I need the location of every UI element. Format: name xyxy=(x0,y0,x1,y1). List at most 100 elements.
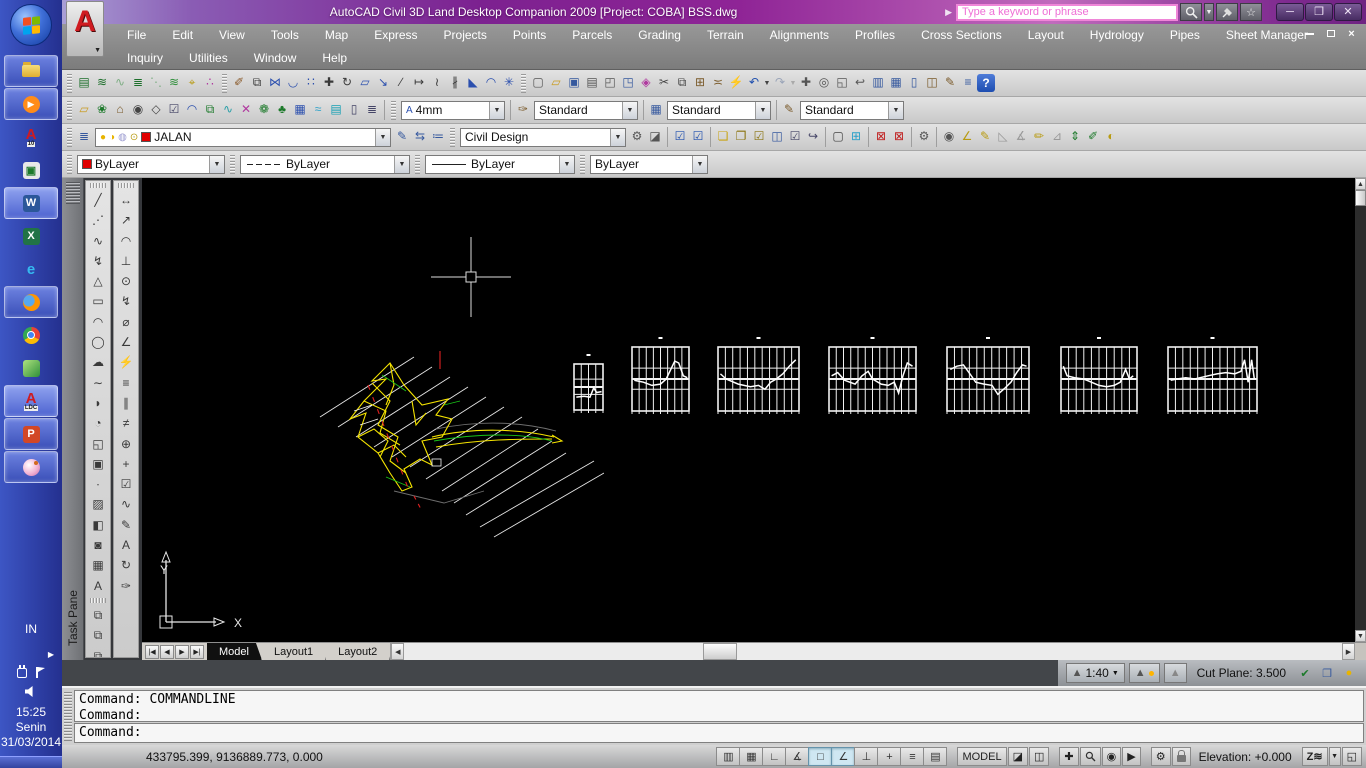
dim-jogged-icon[interactable]: ↯ xyxy=(116,291,136,311)
mirror-icon[interactable]: ⋈ xyxy=(266,74,284,92)
workspace-gear-icon[interactable]: ⚙ xyxy=(1150,747,1171,766)
tab-last-button[interactable]: ▶| xyxy=(190,644,204,659)
markup-icon[interactable]: ✎ xyxy=(941,74,959,92)
taskbar-autocad-2010[interactable]: A 10 xyxy=(4,121,58,153)
updown-icon[interactable]: ⇕ xyxy=(1066,128,1084,146)
tab-prev-button[interactable]: ◀ xyxy=(160,644,174,659)
table-style-combo[interactable]: Standard ▼ xyxy=(667,100,771,120)
angle-draft-icon[interactable]: ∠ xyxy=(958,128,976,146)
circle-icon[interactable]: ◯ xyxy=(88,332,108,352)
pencil1-icon[interactable]: ✎ xyxy=(976,128,994,146)
spline-icon[interactable]: ∼ xyxy=(88,373,108,393)
leaf-doc-icon[interactable]: ❁ xyxy=(255,101,273,119)
mleader-style-tool-icon[interactable]: ✎ xyxy=(780,101,798,119)
application-menu-button[interactable]: A ▼ xyxy=(66,1,104,57)
quickprop-toggle[interactable]: ▤ xyxy=(923,747,948,766)
toolbar-grip[interactable] xyxy=(90,183,106,188)
zoom-tool-icon[interactable] xyxy=(1079,747,1101,766)
layer-on-icon[interactable]: ⊠ xyxy=(890,128,908,146)
dim-baseline-icon[interactable]: ≡ xyxy=(116,373,136,393)
layer-lock-icon[interactable]: ⊙ xyxy=(130,132,138,143)
lineweight-combo[interactable]: ByLayer ▼ xyxy=(425,154,575,174)
restore-button[interactable]: ❒ xyxy=(1305,3,1333,21)
vertical-scrollbar[interactable]: ▲ ▼ xyxy=(1355,178,1366,660)
search-button[interactable] xyxy=(1180,3,1202,21)
menu-layout[interactable]: Layout xyxy=(1015,24,1077,47)
text-style-combo[interactable]: A 4mm ▼ xyxy=(401,100,505,120)
parcel-icon[interactable]: ◇ xyxy=(147,101,165,119)
matchprop-icon[interactable]: ≍ xyxy=(709,74,727,92)
toolbar-grip[interactable] xyxy=(67,100,72,120)
pencil3-icon[interactable]: ✐ xyxy=(1084,128,1102,146)
menu-pipes[interactable]: Pipes xyxy=(1157,24,1213,47)
tab-layout1[interactable]: Layout1 xyxy=(262,643,326,660)
multi-section-icon[interactable]: ≋ xyxy=(165,74,183,92)
command-history[interactable]: Command: COMMANDLINE Command: xyxy=(74,690,1364,722)
polar-toggle[interactable]: ∡ xyxy=(785,747,810,766)
doc-close-button[interactable]: × xyxy=(1345,27,1358,40)
hatch-icon[interactable]: ▨ xyxy=(88,494,108,514)
ducs-toggle[interactable]: ⊥ xyxy=(854,747,879,766)
search-input[interactable] xyxy=(956,3,1178,21)
showmotion-icon[interactable]: ▶ xyxy=(1122,747,1141,766)
close-button[interactable]: ✕ xyxy=(1334,3,1362,21)
redo-icon[interactable]: ↷ xyxy=(771,74,789,92)
layout-tab-icon[interactable]: ◫ xyxy=(1028,747,1050,766)
model-tab-icon[interactable]: ◪ xyxy=(1007,747,1028,766)
z-layers-icon[interactable]: Z≋ xyxy=(1301,747,1328,766)
check2-icon[interactable]: ☑ xyxy=(689,128,707,146)
menu-edit[interactable]: Edit xyxy=(159,24,206,47)
dim-style-paint-icon[interactable]: ✑ xyxy=(116,576,136,596)
dim-text-edit-icon[interactable]: A xyxy=(116,535,136,555)
vscroll-up-arrow[interactable]: ▲ xyxy=(1355,178,1366,190)
otrack-toggle[interactable]: ∠ xyxy=(831,747,856,766)
xline-icon[interactable]: ⋰ xyxy=(88,210,108,230)
osnap-toggle[interactable]: □ xyxy=(808,747,833,766)
command-window-grip[interactable] xyxy=(64,692,72,741)
autoscale-button[interactable]: ▲ xyxy=(1163,663,1187,683)
check1-icon[interactable]: ☑ xyxy=(671,128,689,146)
ws-save-icon[interactable]: ◪ xyxy=(646,128,664,146)
gradient-icon[interactable]: ◧ xyxy=(88,515,108,535)
layer-copy-icon[interactable]: ◫ xyxy=(768,128,786,146)
menu-profiles[interactable]: Profiles xyxy=(842,24,908,47)
dim-aligned-icon[interactable]: ↗ xyxy=(116,210,136,230)
language-indicator[interactable]: IN xyxy=(25,622,37,636)
annotation-scale-button[interactable]: ▲ 1:40 ▼ xyxy=(1065,663,1125,683)
horizontal-scrollbar[interactable]: ◀ ▶ xyxy=(390,643,1355,660)
explode-icon[interactable]: ✳ xyxy=(500,74,518,92)
menu-utilities[interactable]: Utilities xyxy=(176,47,241,70)
dyn-toggle[interactable]: + xyxy=(877,747,902,766)
taskbar-autocad-ldc[interactable]: A LDC xyxy=(4,385,58,417)
angle2-icon[interactable]: ∡ xyxy=(1012,128,1030,146)
zoom-realtime-icon[interactable]: ◎ xyxy=(815,74,833,92)
sheetset-icon[interactable]: ◫ xyxy=(923,74,941,92)
layer-manager-icon[interactable]: ≣ xyxy=(75,128,93,146)
layer-states-icon[interactable]: ✎ xyxy=(393,128,411,146)
pline-icon[interactable]: ∿ xyxy=(88,231,108,251)
taskbar-excel[interactable]: X xyxy=(4,220,58,252)
open-project-icon[interactable]: ▱ xyxy=(75,101,93,119)
pan-tool-icon[interactable]: ✚ xyxy=(1059,747,1079,766)
ellipse-arc-icon[interactable]: ◔ xyxy=(88,413,108,433)
dim-style-combo[interactable]: Standard ▼ xyxy=(534,100,638,120)
toolbar-lock-icon[interactable] xyxy=(1171,747,1191,766)
table-style-tool-icon[interactable]: ▦ xyxy=(647,101,665,119)
layers-doc-icon[interactable]: ≣ xyxy=(363,101,381,119)
color-combo[interactable]: ByLayer ▼ xyxy=(77,154,225,174)
layer-box-icon[interactable]: ▢ xyxy=(829,128,847,146)
undo-icon[interactable]: ↶ xyxy=(745,74,763,92)
tolerance-icon[interactable]: ⊕ xyxy=(116,434,136,454)
clean-screen-button[interactable]: ◱ xyxy=(1341,747,1362,766)
tab-model[interactable]: Model xyxy=(207,643,262,660)
model-space-button[interactable]: MODEL xyxy=(957,747,1007,766)
menu-points[interactable]: Points xyxy=(500,24,559,47)
annotation-visibility-button[interactable]: ▲ xyxy=(1128,663,1160,683)
task-pane-grip[interactable] xyxy=(65,182,80,204)
array-icon[interactable]: ∷ xyxy=(302,74,320,92)
tab-layout2[interactable]: Layout2 xyxy=(326,643,390,660)
dim-inspect-icon[interactable]: ☑ xyxy=(116,474,136,494)
coordinates-readout[interactable]: 433795.399, 9136889.773, 0.000 xyxy=(146,750,323,764)
taskbar-cad-tool[interactable]: ▣ xyxy=(4,154,58,186)
menu-help[interactable]: Help xyxy=(309,47,360,70)
